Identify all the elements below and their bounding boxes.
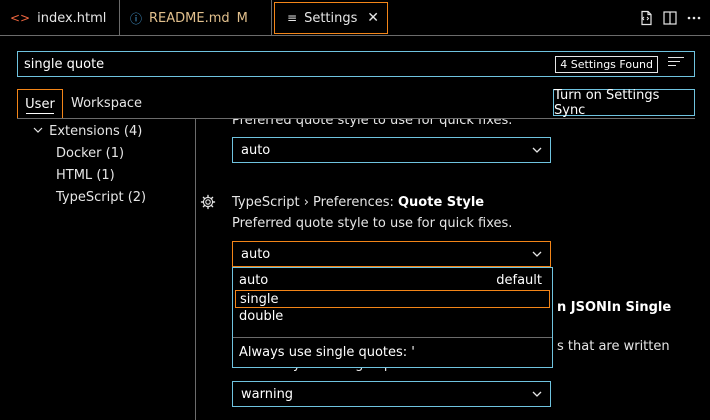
info-icon: ⓘ (130, 11, 143, 26)
select-value: auto (241, 247, 271, 262)
select-value: auto (241, 143, 271, 158)
tree-item-count: (2) (127, 190, 147, 205)
tree-item-label: Extensions (49, 124, 120, 139)
tab-user[interactable]: User (17, 89, 63, 119)
tab-workspace[interactable]: Workspace (71, 96, 142, 111)
tree-item-count: (1) (105, 146, 125, 161)
settings-file-icon: ≡ (287, 11, 298, 25)
chevron-down-icon (532, 251, 542, 257)
tree-item-label: Docker (56, 146, 102, 161)
select-value: warning (241, 387, 294, 402)
close-icon[interactable]: ✕ (367, 10, 379, 26)
setting-name: n JSONIn Single (557, 300, 672, 315)
option-label: single (240, 292, 279, 307)
clear-filter-icon[interactable] (668, 57, 684, 71)
option-label: double (239, 309, 284, 324)
option-description: Always use single quotes: ' (239, 345, 415, 360)
default-tag: default (496, 273, 542, 288)
settings-search-input[interactable]: single quote 4 Settings Found (17, 51, 695, 77)
setting-name: Quote Style (398, 195, 485, 210)
split-editor-icon[interactable] (661, 9, 679, 27)
quote-style-dropdown: auto default single double Always use si… (232, 267, 553, 368)
typescript-quote-style-select[interactable]: auto (232, 241, 551, 267)
tree-item-docker[interactable]: Docker (1) (56, 146, 124, 161)
option-auto[interactable]: auto default (235, 272, 550, 290)
tree-item-count: (4) (123, 124, 143, 139)
setting-description-partial: s that are written (557, 339, 670, 354)
tree-item-html[interactable]: HTML (1) (56, 168, 115, 183)
setting-title: TypeScript › Preferences: Quote Style (232, 195, 484, 210)
chevron-down-icon (532, 147, 542, 153)
tab-settings[interactable]: ≡ Settings ✕ (274, 2, 388, 34)
option-label: auto (239, 273, 269, 288)
tab-label: Settings (304, 10, 358, 26)
tab-index-html[interactable]: <> index.html (0, 0, 120, 36)
setting-description: Preferred quote style to use for quick f… (232, 119, 513, 128)
option-single[interactable]: single (235, 290, 550, 308)
tree-item-typescript[interactable]: TypeScript (2) (56, 190, 146, 205)
html-file-icon: <> (10, 11, 31, 25)
chevron-down-icon (532, 391, 542, 397)
gear-icon[interactable] (200, 194, 216, 210)
tab-label: README.md (149, 10, 230, 26)
tab-label: index.html (37, 10, 107, 26)
quote-style-select[interactable]: auto (232, 137, 551, 163)
divider (233, 337, 552, 338)
more-actions-icon[interactable] (685, 9, 703, 27)
tab-readme-md[interactable]: ⓘ README.md M (120, 0, 272, 36)
setting-title-partial: n JSONIn Single (557, 300, 671, 315)
open-settings-json-icon[interactable] (637, 9, 655, 27)
editor-tab-bar: <> index.html ⓘ README.md M ≡ Settings ✕ (0, 0, 710, 36)
tree-item-label: HTML (56, 168, 93, 183)
json-single-quote-select[interactable]: warning (232, 381, 551, 407)
setting-description: Preferred quote style to use for quick f… (232, 216, 513, 231)
tree-item-count: (1) (96, 168, 115, 183)
setting-category: TypeScript › Preferences: (232, 195, 398, 210)
modified-badge: M (236, 10, 248, 26)
tree-item-extensions[interactable]: Extensions (4) (33, 124, 142, 139)
tree-item-label: TypeScript (56, 190, 124, 205)
search-value: single quote (24, 57, 105, 72)
settings-found-badge: 4 Settings Found (555, 56, 658, 73)
settings-sync-button[interactable]: Turn on Settings Sync (553, 88, 695, 118)
tab-user-label: User (25, 96, 55, 112)
chevron-down-icon (33, 124, 45, 139)
option-double[interactable]: double (235, 308, 550, 326)
